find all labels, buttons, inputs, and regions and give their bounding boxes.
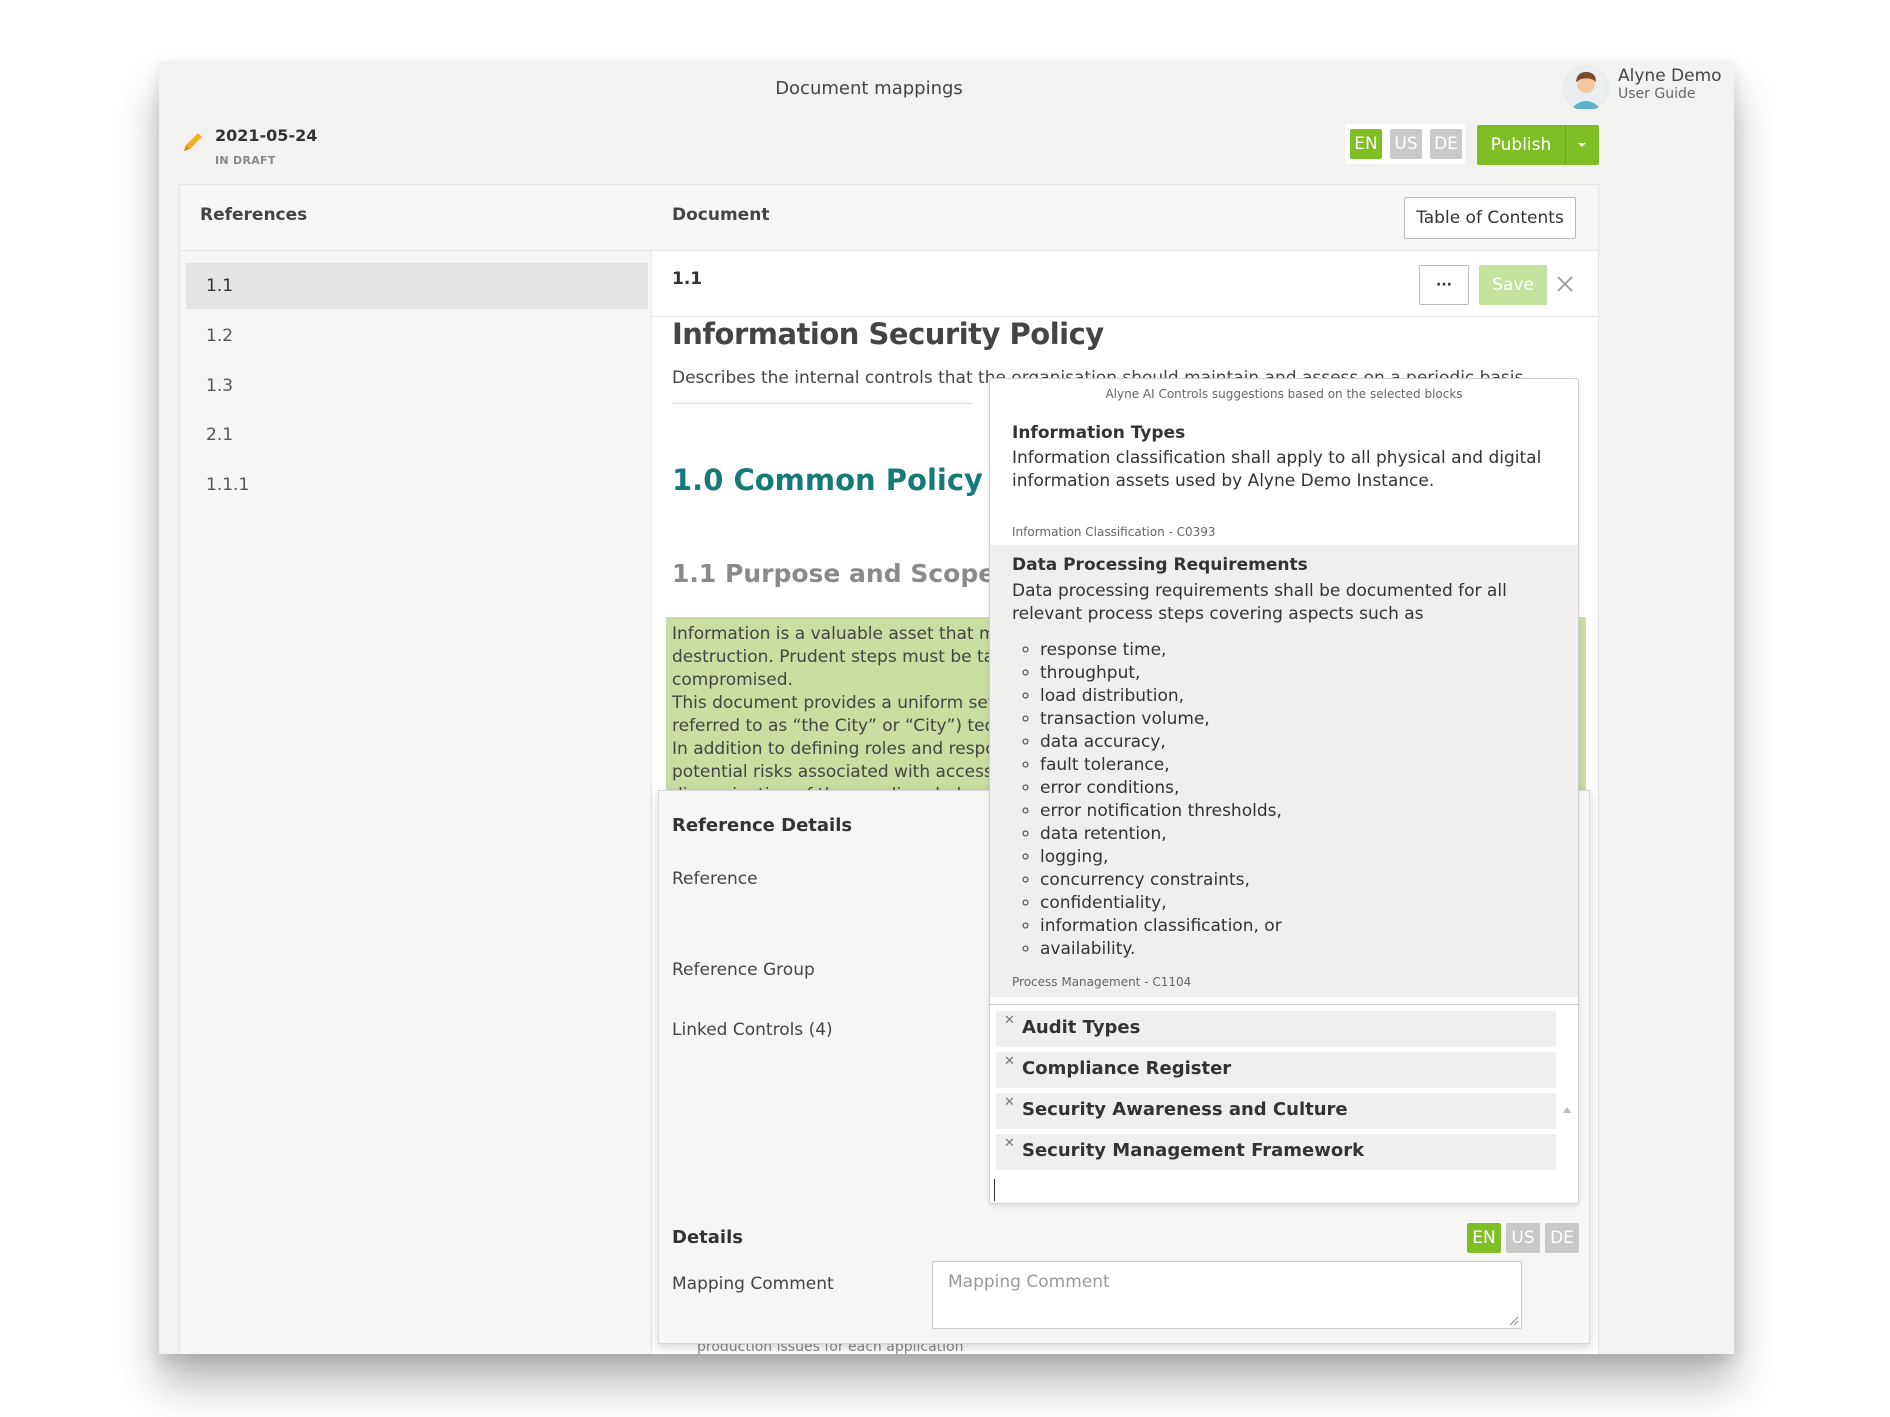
lang-en-button[interactable]: EN (1350, 129, 1382, 159)
chip-label: Compliance Register (1022, 1058, 1232, 1079)
bullet-item: concurrency constraints, (1040, 869, 1282, 892)
user-name[interactable]: Alyne Demo (1618, 66, 1722, 86)
chip-remove-icon[interactable]: ✕ (1004, 1095, 1015, 1110)
reference-details-title: Reference Details (672, 815, 853, 836)
section-heading-1: 1.0 Common Policy Ele (672, 463, 1043, 497)
details-lang-en-button[interactable]: EN (1467, 1223, 1501, 1253)
chip-label: Security Awareness and Culture (1022, 1099, 1348, 1120)
reference-item-2-1[interactable]: 2.1 (186, 412, 646, 458)
version-date[interactable]: 2021-05-24 (215, 126, 317, 145)
suggestion-footer: Process Management - C1104 (1012, 975, 1192, 989)
reference-item-1-1[interactable]: 1.1 (186, 263, 648, 309)
reference-item-1-3[interactable]: 1.3 (186, 363, 646, 409)
linked-control-chip[interactable]: ✕ Security Awareness and Culture (996, 1093, 1556, 1129)
publish-button[interactable]: Publish (1477, 125, 1565, 165)
ai-suggestion-item[interactable]: Data Processing Requirements Data proces… (990, 545, 1578, 997)
suggestion-title: Information Types (1012, 423, 1186, 443)
body-line: compromised. (672, 670, 793, 690)
bullet-item: data accuracy, (1040, 731, 1282, 754)
resize-handle-icon[interactable] (1507, 1314, 1519, 1326)
mapping-comment-placeholder: Mapping Comment (948, 1272, 1110, 1292)
bullet-item: throughput, (1040, 662, 1282, 685)
app-window: Document mappings Alyne Demo User Guide … (159, 62, 1734, 1354)
linked-controls-label: Linked Controls (4) (672, 1020, 833, 1040)
close-icon[interactable] (1556, 275, 1574, 297)
page-title: Document mappings (775, 78, 963, 99)
publish-button-group: Publish (1477, 125, 1599, 165)
bullet-item: logging, (1040, 846, 1282, 869)
ai-suggestion-item[interactable]: Information Types Information classifica… (990, 411, 1578, 545)
divider (990, 1004, 1578, 1005)
user-subtitle: User Guide (1618, 86, 1696, 102)
body-line: Information is a valuable asset that mus (672, 624, 1016, 644)
mapping-comment-field[interactable]: Mapping Comment (932, 1261, 1522, 1329)
bullet-item: error conditions, (1040, 777, 1282, 800)
chip-label: Security Management Framework (1022, 1140, 1365, 1161)
table-of-contents-button[interactable]: Table of Contents (1404, 197, 1576, 239)
body-line: referred to as “the City” or “City”) tec… (672, 716, 1026, 736)
suggestion-description: Data processing requirements shall be do… (1012, 581, 1507, 624)
reference-item-1-1-1[interactable]: 1.1.1 (186, 462, 646, 508)
details-lang-de-button[interactable]: DE (1545, 1223, 1579, 1253)
panel-header-bar (180, 185, 1598, 251)
bullet-item: transaction volume, (1040, 708, 1282, 731)
linked-control-chip[interactable]: ✕ Audit Types (996, 1011, 1556, 1047)
version-status: IN DRAFT (215, 154, 276, 167)
ai-suggestions-dropdown: Alyne AI Controls suggestions based on t… (989, 378, 1579, 1204)
lang-us-button[interactable]: US (1390, 129, 1422, 159)
current-reference: 1.1 (672, 269, 703, 289)
body-line: This document provides a uniform set o (672, 693, 1011, 713)
ai-suggestions-header: Alyne AI Controls suggestions based on t… (1105, 387, 1463, 401)
document-title: Document (672, 205, 770, 225)
suggestion-description: Information classification shall apply t… (1012, 448, 1542, 491)
reference-item-1-2[interactable]: 1.2 (186, 313, 646, 359)
bullet-item: fault tolerance, (1040, 754, 1282, 777)
save-button[interactable]: Save (1479, 265, 1547, 305)
chip-label: Audit Types (1022, 1017, 1141, 1038)
chevron-down-icon (1578, 143, 1586, 147)
bullet-item: error notification thresholds, (1040, 800, 1282, 823)
mapping-comment-label: Mapping Comment (672, 1274, 834, 1294)
details-title: Details (672, 1227, 743, 1248)
chip-remove-icon[interactable]: ✕ (1004, 1054, 1015, 1069)
text-cursor (994, 1179, 995, 1201)
scroll-up-icon[interactable] (1562, 1099, 1572, 1118)
bullet-item: confidentiality, (1040, 892, 1282, 915)
pencil-icon[interactable] (181, 130, 205, 158)
chip-remove-icon[interactable]: ✕ (1004, 1013, 1015, 1028)
suggestion-bullet-list: response time, throughput, load distribu… (990, 639, 1282, 961)
linked-control-chip[interactable]: ✕ Compliance Register (996, 1052, 1556, 1088)
bullet-item: data retention, (1040, 823, 1282, 846)
body-line: In addition to defining roles and respon (672, 739, 1007, 759)
lang-de-button[interactable]: DE (1430, 129, 1462, 159)
doc-title: Information Security Policy (672, 317, 1104, 351)
body-line: destruction. Prudent steps must be take (672, 647, 1014, 667)
bullet-item: availability. (1040, 938, 1282, 961)
linked-control-chip[interactable]: ✕ Security Management Framework (996, 1134, 1556, 1170)
references-panel: 1.1 1.2 1.3 2.1 1.1.1 (180, 251, 652, 1354)
section-heading-2: 1.1 Purpose and Scope (672, 559, 996, 588)
bullet-item: information classification, or (1040, 915, 1282, 938)
reference-label: Reference (672, 869, 758, 889)
bullet-item: response time, (1040, 639, 1282, 662)
publish-dropdown-toggle[interactable] (1566, 125, 1599, 165)
bullet-item: load distribution, (1040, 685, 1282, 708)
reference-group-label: Reference Group (672, 960, 815, 980)
body-line: potential risks associated with access t… (672, 762, 1016, 782)
more-options-button[interactable]: ··· (1419, 265, 1469, 305)
chip-remove-icon[interactable]: ✕ (1004, 1136, 1015, 1151)
references-title: References (200, 205, 308, 225)
linked-controls-input[interactable] (992, 1175, 1576, 1203)
details-lang-us-button[interactable]: US (1506, 1223, 1540, 1253)
avatar[interactable] (1563, 65, 1609, 111)
suggestion-footer: Information Classification - C0393 (1012, 525, 1216, 539)
divider (672, 403, 972, 404)
language-switcher: EN US DE (1345, 124, 1465, 164)
suggestion-title: Data Processing Requirements (1012, 555, 1308, 575)
